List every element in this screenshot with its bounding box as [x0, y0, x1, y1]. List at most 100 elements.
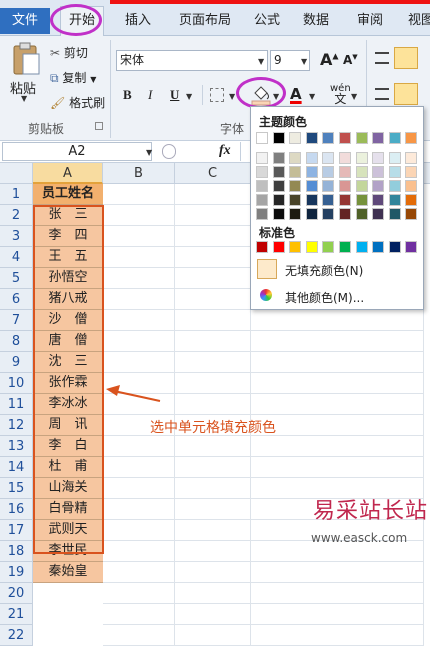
row-header[interactable]: 7: [0, 310, 33, 331]
color-swatch[interactable]: [272, 132, 285, 144]
cell[interactable]: [103, 457, 175, 478]
color-swatch[interactable]: [355, 180, 368, 192]
cell[interactable]: [103, 478, 175, 499]
row-header[interactable]: 21: [0, 604, 33, 625]
align-middle-button[interactable]: [394, 47, 418, 69]
color-swatch[interactable]: [388, 180, 401, 192]
underline-button[interactable]: U: [170, 87, 179, 103]
column-header-a[interactable]: A: [33, 163, 103, 184]
cell[interactable]: [175, 184, 251, 205]
tab-file[interactable]: 文件: [0, 8, 50, 34]
color-swatch[interactable]: [305, 241, 318, 253]
color-swatch[interactable]: [322, 180, 335, 192]
color-swatch[interactable]: [272, 152, 285, 164]
cell-a[interactable]: 张 三: [33, 205, 103, 226]
color-swatch[interactable]: [405, 194, 418, 206]
color-swatch[interactable]: [289, 152, 302, 164]
cell[interactable]: [103, 436, 175, 457]
color-swatch[interactable]: [272, 166, 285, 178]
column-header-b[interactable]: B: [103, 163, 175, 184]
color-swatch[interactable]: [339, 180, 351, 192]
cell[interactable]: [103, 331, 175, 352]
column-header-f[interactable]: F: [424, 163, 430, 184]
color-swatch[interactable]: [339, 132, 351, 144]
font-name-dropdown-icon[interactable]: ▼: [258, 57, 264, 66]
cell[interactable]: [175, 583, 251, 604]
color-swatch[interactable]: [305, 152, 318, 164]
cut-button[interactable]: ✂ 剪切: [50, 44, 88, 61]
format-painter-button[interactable]: 🖌 格式刷: [50, 94, 105, 111]
row-header[interactable]: 5: [0, 268, 33, 289]
tab-insert[interactable]: 插入: [120, 10, 156, 32]
cell-a[interactable]: 白骨精: [33, 499, 103, 520]
color-swatch[interactable]: [355, 132, 368, 144]
row-header[interactable]: 2: [0, 205, 33, 226]
cell-a[interactable]: 李世民: [33, 541, 103, 562]
color-swatch[interactable]: [305, 194, 318, 206]
cell-a[interactable]: 杜 甫: [33, 457, 103, 478]
color-swatch[interactable]: [305, 208, 318, 220]
cell[interactable]: [103, 625, 175, 646]
shrink-font-button[interactable]: A▼: [343, 53, 358, 67]
border-dropdown-icon[interactable]: ▼: [229, 92, 235, 101]
cell[interactable]: [251, 625, 424, 646]
color-swatch[interactable]: [388, 208, 401, 220]
cell[interactable]: [175, 352, 251, 373]
color-swatch[interactable]: [289, 208, 302, 220]
tab-page-layout[interactable]: 页面布局: [174, 10, 236, 32]
cell-a[interactable]: 武则天: [33, 520, 103, 541]
cell[interactable]: [251, 562, 424, 583]
row-header[interactable]: 12: [0, 415, 33, 436]
cell[interactable]: [103, 520, 175, 541]
cell[interactable]: [175, 436, 251, 457]
cell[interactable]: [251, 415, 424, 436]
fx-button[interactable]: fx: [219, 143, 231, 159]
cell[interactable]: [103, 184, 175, 205]
cell[interactable]: [103, 268, 175, 289]
cell[interactable]: [175, 541, 251, 562]
color-swatch[interactable]: [372, 180, 385, 192]
cell[interactable]: [251, 436, 424, 457]
formula-scroll-handle[interactable]: [162, 144, 176, 159]
no-fill-option[interactable]: 无填充颜色(N): [255, 259, 421, 281]
color-swatch[interactable]: [339, 152, 351, 164]
underline-dropdown-icon[interactable]: ▼: [186, 92, 192, 101]
color-swatch[interactable]: [305, 180, 318, 192]
row-header[interactable]: 14: [0, 457, 33, 478]
color-swatch[interactable]: [272, 241, 285, 253]
color-swatch[interactable]: [322, 208, 335, 220]
font-size-dropdown-icon[interactable]: ▼: [301, 57, 307, 66]
cell[interactable]: [103, 562, 175, 583]
color-swatch[interactable]: [289, 241, 302, 253]
cell[interactable]: [175, 520, 251, 541]
cell-a[interactable]: 周 讯: [33, 415, 103, 436]
color-swatch[interactable]: [339, 194, 351, 206]
cell-a[interactable]: 李冰冰: [33, 394, 103, 415]
color-swatch[interactable]: [256, 180, 268, 192]
color-swatch[interactable]: [405, 152, 418, 164]
cell-a[interactable]: 沈 三: [33, 352, 103, 373]
cell[interactable]: [251, 457, 424, 478]
row-header[interactable]: 16: [0, 499, 33, 520]
color-swatch[interactable]: [372, 132, 385, 144]
font-color-dropdown-icon[interactable]: ▼: [309, 92, 315, 101]
color-swatch[interactable]: [355, 194, 368, 206]
color-swatch[interactable]: [405, 166, 418, 178]
color-swatch[interactable]: [322, 241, 335, 253]
cell[interactable]: [103, 541, 175, 562]
color-swatch[interactable]: [405, 241, 418, 253]
cell[interactable]: [103, 499, 175, 520]
align-top-button[interactable]: [375, 52, 389, 64]
row-header[interactable]: 4: [0, 247, 33, 268]
font-color-button[interactable]: A: [290, 85, 302, 103]
row-header[interactable]: 1: [0, 184, 33, 205]
row-header[interactable]: 13: [0, 436, 33, 457]
color-swatch[interactable]: [388, 166, 401, 178]
row-header[interactable]: 15: [0, 478, 33, 499]
cell-a[interactable]: 李 白: [33, 436, 103, 457]
cell[interactable]: [251, 352, 424, 373]
cell[interactable]: [175, 625, 251, 646]
color-swatch[interactable]: [388, 241, 401, 253]
cell[interactable]: [175, 205, 251, 226]
color-swatch[interactable]: [256, 208, 268, 220]
